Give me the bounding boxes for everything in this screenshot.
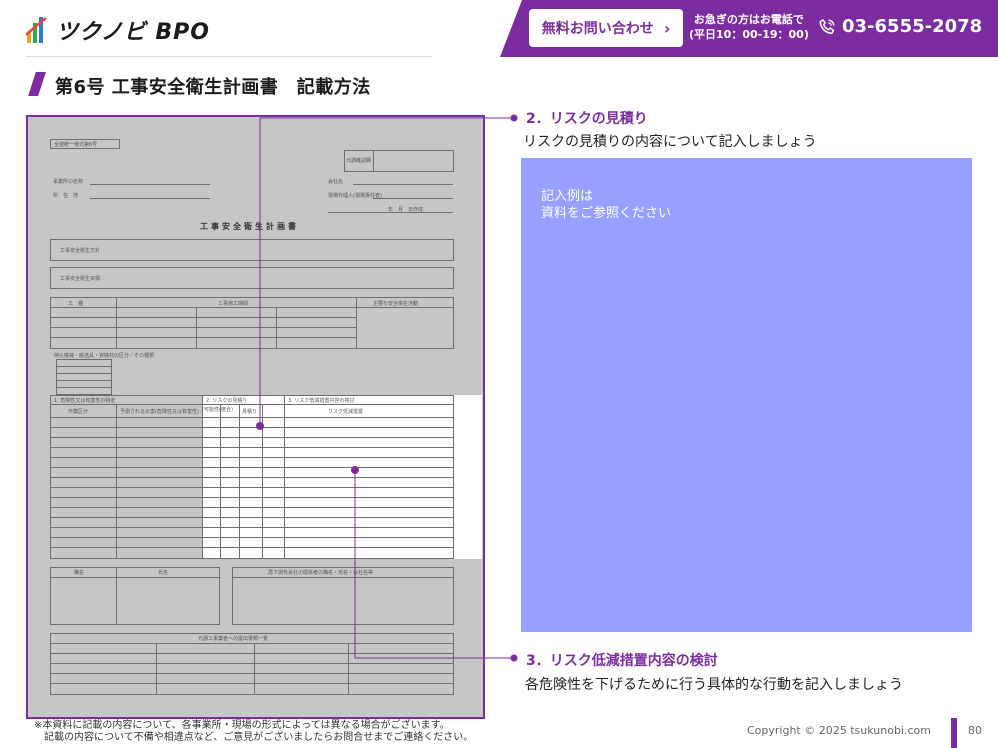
logo[interactable]: ツクノビ BPO	[26, 14, 210, 46]
logo-text: ツクノビ BPO	[56, 20, 210, 45]
field-office: 事業所の名称	[53, 179, 84, 185]
example-line-1: 記入例は	[541, 189, 594, 204]
col-safety: 主要な安全衛生活動	[373, 301, 419, 307]
hours-line-1: お急ぎの方はお電話で	[693, 13, 804, 26]
document-preview: 全建統一様式第6号 元請確認欄 事業所の名称 所 在 地 会社名 現場代理人(現…	[26, 115, 485, 719]
header-divider	[26, 56, 432, 57]
contact-button[interactable]: 無料お問い合わせ ›	[529, 9, 683, 47]
logo-mark-icon	[26, 17, 47, 43]
risk-measure-label: 3. リスク低減措置内容の検討	[288, 398, 355, 404]
footer-note-line-1: ※本資料に記載の内容について、各事業所・現場の形式によっては異なる場合がございま…	[34, 720, 450, 731]
org-name: 氏名	[158, 570, 169, 576]
page-number: 80	[968, 724, 982, 737]
callout-bullet-risk-reduction	[510, 654, 518, 662]
business-hours: お急ぎの方はお電話で (平日10：00-19：00)	[689, 12, 809, 42]
col-schedule: 工事施工期間	[218, 301, 249, 307]
hours-line-2: (平日10：00-19：00)	[689, 28, 809, 41]
risk-estimate-description: リスクの見積りの内容について記入しましょう	[523, 134, 817, 150]
callout-bullet-risk-estimate	[510, 114, 518, 122]
title-accent-bar	[28, 72, 46, 96]
possibility: 可能性(度合)	[204, 407, 233, 413]
phone-link[interactable]: 03-6555-2078	[818, 16, 982, 37]
work-unit: 作業区分	[68, 409, 89, 415]
risk-reduction-description: 各危険性を下げるために行う具体的な行動を記入しましょう	[525, 677, 903, 693]
page-number-accent	[951, 718, 957, 748]
sub-label: 再下請負会社の関係者の職名・氏名・会社名等	[268, 570, 374, 576]
example-panel: 記入例は 資料をご参照ください	[521, 158, 972, 632]
goal-label: 工事安全衛生目標	[60, 276, 101, 282]
form-title: 工事安全衛生計画書	[200, 222, 299, 231]
estimate: 見積り	[242, 409, 258, 415]
page-title: 第6号 工事安全衛生計画書 記載方法	[55, 77, 371, 98]
submit-label: 元請工事業者への提出書類一覧	[198, 636, 269, 642]
example-line-2: 資料をご参照ください	[541, 206, 672, 221]
risk-estimate-label: 2. リスクの見積り	[206, 398, 248, 404]
example-text: 記入例は 資料をご参照ください	[541, 188, 671, 222]
col-work: 工 種	[68, 301, 84, 307]
field-date: 年 月 日作成	[388, 207, 424, 213]
org-label: 職名	[74, 570, 85, 576]
footer-note-line-2: 記載の内容について不備や相違点など、ご意見がございましたらお問合せまでご連絡くだ…	[44, 732, 474, 743]
form-document: 全建統一様式第6号 元請確認欄 事業所の名称 所 在 地 会社名 現場代理人(現…	[28, 117, 483, 717]
measure-detail: リスク低減措置	[328, 409, 364, 415]
risk-estimate-heading: 2．リスクの見積り	[526, 111, 648, 127]
footer-note: ※本資料に記載の内容について、各事業所・現場の形式によっては異なる場合がございま…	[34, 720, 473, 744]
machines-label: 持込機械・搬送具・資機材の区分／その種類	[54, 353, 155, 359]
policy-label: 工事安全衛生方針	[60, 248, 101, 254]
copyright: Copyright © 2025 tsukunobi.com	[747, 724, 931, 737]
hazard-detail: 予測される災害(危険性又は有害性)	[120, 409, 199, 415]
phone-icon	[819, 18, 835, 34]
chevron-right-icon: ›	[663, 18, 671, 38]
field-address: 所 在 地	[53, 193, 79, 199]
phone-number: 03-6555-2078	[842, 16, 983, 37]
stamp-label: 元請確認欄	[346, 158, 372, 164]
hazards-label: 1. 危険性又は有害性の特定	[54, 398, 116, 404]
risk-reduction-heading: 3．リスク低減措置内容の検討	[526, 653, 718, 669]
goal-box	[50, 267, 454, 289]
contact-button-label: 無料お問い合わせ	[541, 21, 654, 37]
form-tag: 全建統一様式第6号	[54, 142, 98, 148]
policy-box	[50, 239, 454, 261]
field-company: 会社名	[328, 179, 344, 185]
